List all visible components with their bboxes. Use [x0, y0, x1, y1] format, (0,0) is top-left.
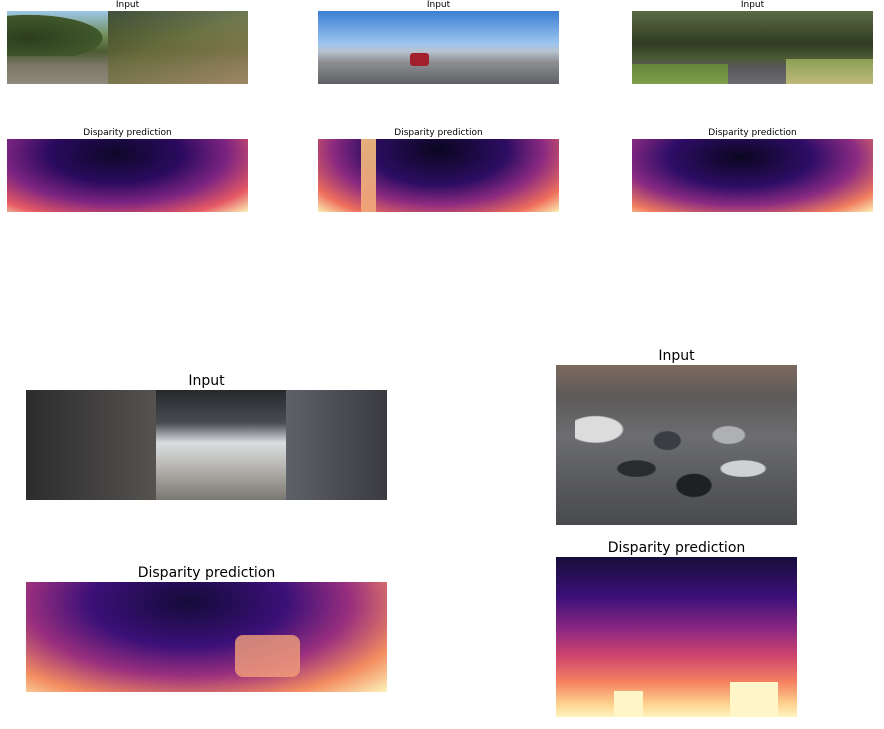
disparity-image-1	[7, 139, 248, 212]
disparity-image-3	[632, 139, 873, 212]
input-image-1	[7, 11, 248, 84]
input-title-1: Input	[115, 0, 140, 10]
input-image-5	[556, 365, 797, 525]
disparity-image-2	[318, 139, 559, 212]
disparity-title-1: Disparity prediction	[83, 128, 172, 138]
disparity-title-5: Disparity prediction	[607, 540, 746, 556]
input-title-5: Input	[658, 348, 695, 364]
disparity-image-5	[556, 557, 797, 717]
input-image-4	[26, 390, 387, 500]
input-image-2	[318, 11, 559, 84]
disparity-title-3: Disparity prediction	[708, 128, 797, 138]
disparity-title-4: Disparity prediction	[137, 565, 276, 581]
disparity-image-4	[26, 582, 387, 692]
disparity-title-2: Disparity prediction	[394, 128, 483, 138]
input-image-3	[632, 11, 873, 84]
input-title-2: Input	[426, 0, 451, 10]
input-title-4: Input	[188, 373, 225, 389]
input-title-3: Input	[740, 0, 765, 10]
